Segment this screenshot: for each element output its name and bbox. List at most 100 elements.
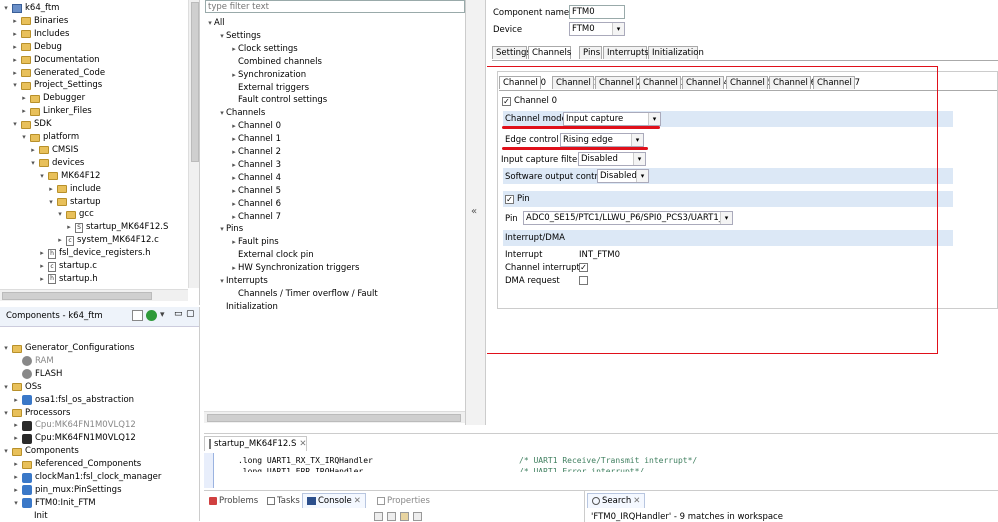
project-tree-row[interactable]: ▸ Linker_Files (20, 105, 92, 118)
chevron-right-icon[interactable]: ▸ (12, 419, 20, 432)
tab-properties[interactable]: Properties (372, 493, 435, 508)
chevron-down-icon[interactable]: ▾ (218, 30, 226, 43)
chevron-down-icon[interactable]: ▾ (218, 223, 226, 236)
chevron-right-icon[interactable]: ▸ (230, 120, 238, 133)
project-tree-scrollbar-h[interactable] (0, 289, 188, 301)
chevron-right-icon[interactable]: ▸ (38, 273, 46, 286)
editor-tab[interactable]: startup_MK64F12.S ✕ (204, 436, 307, 451)
chevron-right-icon[interactable]: ▸ (230, 146, 238, 159)
collapse-all-icon[interactable] (132, 310, 143, 321)
project-tree-row[interactable]: ▸ Includes (11, 28, 69, 41)
maximize-icon[interactable]: ▢ (186, 309, 195, 319)
tab-channels[interactable]: Channels (528, 46, 571, 59)
project-tree-row[interactable]: ▸ Binaries (11, 15, 68, 28)
chevron-right-icon[interactable]: ▸ (230, 198, 238, 211)
project-tree-scrollbar-v[interactable] (188, 0, 199, 288)
link-editor-icon[interactable] (146, 310, 157, 321)
chevron-down-icon[interactable]: ▾ (206, 17, 214, 30)
filter-tree-row[interactable]: ▸ Channel 7 (230, 211, 281, 224)
chevron-right-icon[interactable]: ▸ (230, 43, 238, 56)
chevron-right-icon[interactable]: ▸ (56, 234, 64, 247)
project-tree-row[interactable]: ▸ h fsl_device_registers.h (38, 247, 151, 260)
chevron-down-icon[interactable]: ▾ (2, 407, 10, 420)
chevron-down-icon[interactable]: ▾ (2, 445, 10, 458)
filter-tree-row[interactable]: Fault control settings (230, 94, 327, 107)
chevron-right-icon[interactable]: ▸ (230, 133, 238, 146)
project-tree-row[interactable]: ▸ include (47, 183, 101, 196)
chevron-right-icon[interactable]: ▸ (11, 41, 19, 54)
close-icon[interactable]: ✕ (299, 437, 306, 452)
project-tree-row[interactable]: ▾ SDK (11, 118, 51, 131)
project-tree-row[interactable]: ▾ platform (20, 131, 79, 144)
project-tree-row[interactable]: ▸ Debug (11, 41, 62, 54)
project-tree-row[interactable]: ▾ Project_Settings (11, 79, 102, 92)
component-name-field[interactable]: FTM0 (569, 5, 625, 19)
project-tree-row[interactable]: ▸ Documentation (11, 54, 99, 67)
chevron-right-icon[interactable]: ▸ (230, 69, 238, 82)
filter-tree-row[interactable]: Initialization (218, 301, 278, 314)
chevron-down-icon[interactable]: ▾ (218, 107, 226, 120)
chevron-right-icon[interactable]: ▸ (12, 432, 20, 445)
component-row[interactable]: ▾ OSs (2, 381, 41, 394)
chevron-right-icon[interactable]: ▸ (12, 458, 20, 471)
chevron-down-icon[interactable]: ▾ (47, 196, 55, 209)
filter-scrollbar-h[interactable] (204, 411, 465, 423)
filter-input[interactable] (205, 0, 465, 13)
project-tree-row[interactable]: ▸ Generated_Code (11, 67, 105, 80)
view-menu-icon[interactable]: ▾ (160, 310, 165, 320)
tab-problems[interactable]: Problems (204, 493, 264, 508)
chevron-down-icon[interactable]: ▾ (20, 131, 28, 144)
tab-tasks[interactable]: Tasks (262, 493, 305, 508)
minimize-icon[interactable]: ▭ (174, 309, 183, 319)
project-tree-row[interactable]: ▾ k64_ftm (2, 2, 59, 15)
chevron-right-icon[interactable]: ▸ (29, 144, 37, 157)
component-row[interactable]: RAM (12, 355, 54, 368)
chevron-down-icon[interactable]: ▾ (56, 208, 64, 221)
chevron-down-icon[interactable]: ▾ (11, 118, 19, 131)
filter-tree-row[interactable]: ▸ Channel 3 (230, 159, 281, 172)
filter-tree-row[interactable]: ▾ Pins (218, 223, 243, 236)
clear-console-icon[interactable] (374, 512, 383, 521)
chevron-right-icon[interactable]: ▸ (12, 471, 20, 484)
chevron-down-icon[interactable]: ▾ (2, 381, 10, 394)
project-tree-row[interactable]: ▸ c system_MK64F12.c (56, 234, 159, 247)
tab-pins[interactable]: Pins (579, 46, 602, 59)
project-tree-row[interactable]: ▾ gcc (56, 208, 94, 221)
tab-interrupts[interactable]: Interrupts (603, 46, 649, 59)
chevron-right-icon[interactable]: ▸ (20, 105, 28, 118)
component-row[interactable]: ▸ osa1:fsl_os_abstraction (12, 394, 134, 407)
filter-tree-row[interactable]: ▸ Channel 2 (230, 146, 281, 159)
chevron-right-icon[interactable]: ▸ (230, 185, 238, 198)
chevron-right-icon[interactable]: ▸ (11, 67, 19, 80)
filter-tree-row[interactable]: ▸ Fault pins (230, 236, 278, 249)
chevron-right-icon[interactable]: ▸ (38, 247, 46, 260)
filter-tree-row[interactable]: ▸ Synchronization (230, 69, 306, 82)
filter-tree-row[interactable]: ▸ HW Synchronization triggers (230, 262, 359, 275)
close-icon[interactable]: ✕ (633, 494, 640, 509)
chevron-down-icon[interactable]: ▾ (12, 497, 20, 510)
filter-tree-row[interactable]: ▸ Clock settings (230, 43, 297, 56)
component-row[interactable]: ▾ FTM0:Init_FTM (12, 497, 96, 510)
chevron-down-icon[interactable]: ▾ (2, 2, 10, 15)
chevron-down-icon[interactable]: ▾ (2, 342, 10, 355)
chevron-right-icon[interactable]: ▸ (20, 92, 28, 105)
filter-tree-row[interactable]: ▾ Interrupts (218, 275, 268, 288)
project-tree-row[interactable]: ▸ h startup.h (38, 273, 98, 286)
collapse-icon[interactable]: « (471, 206, 477, 217)
tab-initialization[interactable]: Initialization (648, 46, 704, 59)
chevron-right-icon[interactable]: ▸ (47, 183, 55, 196)
filter-tree-row[interactable]: Channels / Timer overflow / Fault (230, 288, 378, 301)
filter-tree-row[interactable]: ▸ Channel 0 (230, 120, 281, 133)
project-tree-row[interactable]: ▸ Debugger (20, 92, 85, 105)
component-row[interactable]: ▸ Cpu:MK64FN1M0VLQ12 (12, 419, 136, 432)
filter-tree-row[interactable]: ▾ All (206, 17, 224, 30)
chevron-down-icon[interactable]: ▾ (11, 79, 19, 92)
filter-tree-row[interactable]: External triggers (230, 82, 309, 95)
device-select[interactable]: FTM0 ▾ (569, 22, 625, 36)
project-tree-row[interactable]: ▾ devices (29, 157, 84, 170)
display-console-icon[interactable] (413, 512, 422, 521)
tab-search[interactable]: Search ✕ (587, 493, 646, 509)
component-row[interactable]: ▸ Cpu:MK64FN1M0VLQ12 (12, 432, 136, 445)
filter-tree-row[interactable]: ▾ Settings (218, 30, 261, 43)
close-icon[interactable]: ✕ (354, 494, 361, 509)
